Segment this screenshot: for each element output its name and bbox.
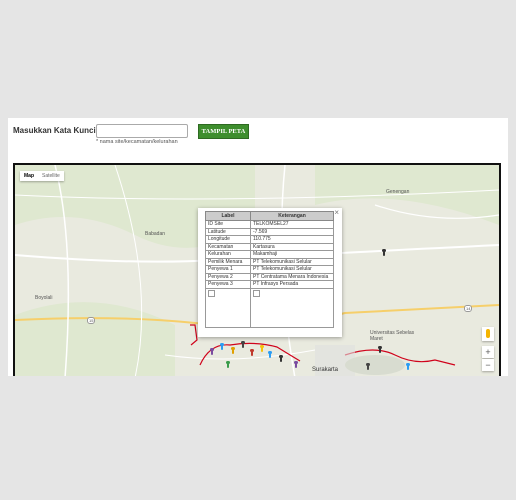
column-header-value: Keterangan	[250, 211, 334, 221]
table-row: Pemilik Menara PT Telekomunikasi Selular	[205, 257, 334, 266]
place-universitas: Universitas Sebelas Maret	[370, 330, 415, 342]
map-type-toggle: Map Satellite	[20, 171, 64, 181]
map-view[interactable]: Map Satellite Genengan Babadan Boyolali …	[13, 163, 501, 376]
row-value: 110.775	[250, 235, 334, 244]
tower-marker[interactable]	[241, 341, 245, 348]
map-type-map[interactable]: Map	[20, 171, 38, 181]
place-babadan: Babadan	[145, 231, 166, 237]
tower-marker[interactable]	[279, 355, 283, 362]
row-value: PT Telekomunikasi Selular	[250, 265, 334, 274]
place-boyolali: Boyolali	[35, 295, 53, 301]
tower-marker[interactable]	[210, 348, 214, 355]
tower-marker[interactable]	[231, 347, 235, 354]
search-hint: * nama site/kecamatan/kelurahan	[96, 139, 178, 145]
tower-marker[interactable]	[406, 363, 410, 370]
row-value: PT Infrasys Persada	[250, 280, 334, 289]
site-photo-1	[205, 287, 251, 328]
tower-marker[interactable]	[378, 346, 382, 353]
map-type-satellite[interactable]: Satellite	[38, 171, 64, 181]
show-map-button[interactable]: TAMPIL PETA	[198, 124, 249, 139]
row-value: PT Centratama Menara Indonesia	[250, 272, 334, 281]
tower-marker[interactable]	[268, 351, 272, 358]
search-input[interactable]	[96, 124, 188, 138]
table-row: Penyewa 3 PT Infrasys Persada	[205, 280, 334, 289]
row-label: ID Site	[205, 220, 251, 229]
road-badge-14: 14	[464, 305, 473, 312]
row-label: Penyewa 3	[205, 280, 251, 289]
row-label: Longitude	[205, 235, 251, 244]
info-window: × Label Keterangan ID Site TELKOMSEL27 Lat…	[198, 208, 342, 337]
row-label: Pemilik Menara	[205, 257, 251, 266]
close-icon[interactable]: ×	[334, 208, 339, 217]
tower-marker[interactable]	[366, 363, 370, 370]
column-header-label: Label	[205, 211, 251, 221]
tower-marker[interactable]	[382, 249, 386, 256]
table-row: ID Site TELKOMSEL27	[205, 220, 334, 229]
row-value: TELKOMSEL27	[250, 220, 334, 229]
table-row: Penyewa 2 PT Centratama Menara Indonesia	[205, 272, 334, 281]
row-label: Latitude	[205, 227, 251, 236]
tower-marker[interactable]	[294, 361, 298, 368]
broken-image-icon	[208, 289, 215, 297]
table-row: Kecamatan Kartasura	[205, 242, 334, 251]
tower-marker[interactable]	[260, 345, 264, 352]
row-value: Makamhaji	[250, 250, 334, 259]
place-surakarta: Surakarta	[312, 367, 339, 373]
tower-marker[interactable]	[220, 343, 224, 350]
place-genengan: Genengan	[386, 189, 410, 195]
tower-marker[interactable]	[250, 349, 254, 356]
tower-marker[interactable]	[226, 361, 230, 368]
row-value: PT Telekomunikasi Selular	[250, 257, 334, 266]
search-label: Masukkan Kata Kunci :	[13, 126, 101, 135]
zoom-in-button[interactable]: +	[482, 346, 494, 358]
site-info-table: Label Keterangan ID Site TELKOMSEL27 Latit…	[205, 211, 334, 328]
site-photo-2	[250, 287, 334, 328]
broken-image-icon	[253, 289, 260, 297]
row-label: Kecamatan	[205, 242, 251, 251]
row-label: Penyewa 2	[205, 272, 251, 281]
row-value: Kartasura	[250, 242, 334, 251]
road-badge-15: 15	[87, 317, 96, 324]
row-label: Kelurahan	[205, 250, 251, 259]
row-value: -7.569	[250, 227, 334, 236]
search-panel: Masukkan Kata Kunci : * nama site/kecama…	[8, 118, 508, 376]
table-row: Penyewa 1 PT Telekomunikasi Selular	[205, 265, 334, 274]
table-row: Longitude 110.775	[205, 235, 334, 244]
row-label: Penyewa 1	[205, 265, 251, 274]
table-row: Latitude -7.569	[205, 227, 334, 236]
zoom-out-button[interactable]: −	[482, 359, 494, 371]
street-view-pegman[interactable]	[482, 327, 494, 341]
table-row: Kelurahan Makamhaji	[205, 250, 334, 259]
